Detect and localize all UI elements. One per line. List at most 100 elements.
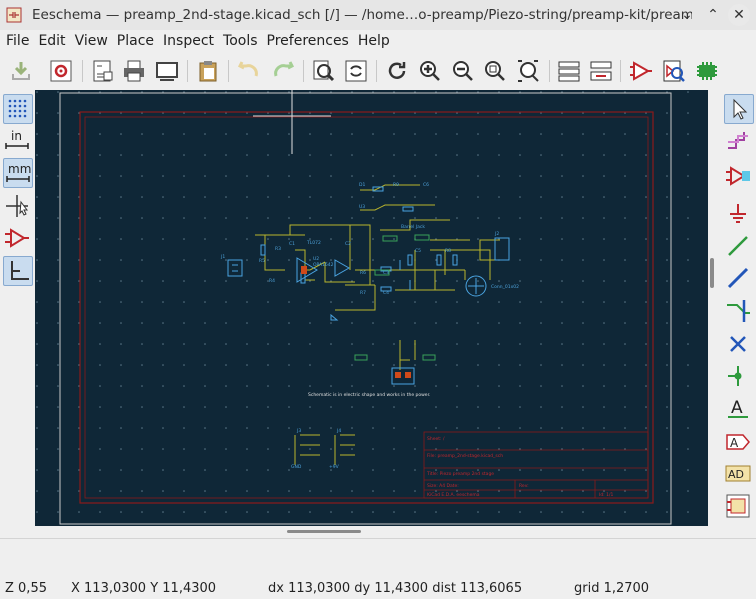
schematic-canvas[interactable]: D1 R9 C6 U3 Barrel Jack J1 R3 C1 TL072 C… (35, 90, 708, 526)
zoom-out-icon[interactable] (450, 58, 476, 84)
menu-help[interactable]: Help (358, 33, 390, 49)
page-settings-icon[interactable] (90, 58, 116, 84)
label-j1: J1 (220, 254, 225, 260)
schematic-setup-icon[interactable] (48, 58, 74, 84)
print-icon[interactable] (121, 58, 147, 84)
status-zoom: Z 0,55 (5, 581, 47, 596)
add-sheet-icon[interactable] (724, 492, 752, 520)
highlight-net-icon[interactable] (724, 126, 752, 154)
label-opa1642: OPA1642 (313, 262, 334, 268)
add-wire-icon[interactable] (724, 232, 752, 260)
close-button[interactable]: ✕ (728, 4, 750, 26)
left-toolbar: in mm (0, 92, 34, 526)
zoom-in-icon[interactable] (417, 58, 443, 84)
tb-kicad: KiCad E.D.A. eeschema (427, 492, 480, 498)
label-r3: R3 (275, 246, 281, 252)
maximize-button[interactable]: ⌃ (702, 4, 724, 26)
label-c1: C1 (289, 241, 295, 247)
main-toolbar (0, 54, 756, 90)
minimize-button[interactable]: ⌄ (676, 4, 698, 26)
add-global-label-icon[interactable]: A (724, 428, 752, 456)
menu-preferences[interactable]: Preferences (267, 33, 349, 49)
menu-edit[interactable]: Edit (38, 33, 65, 49)
label-d1: D1 (359, 182, 365, 188)
title-bar: Eeschema — preamp_2nd-stage.kicad_sch [/… (0, 0, 756, 30)
leave-sheet-icon[interactable] (588, 58, 614, 84)
label-c3: C3 (383, 270, 389, 276)
label-barrel-jack: Barrel Jack (401, 224, 425, 230)
label-r5: R5 (259, 258, 265, 264)
label-j2: J2 (494, 231, 499, 237)
vertical-scrollbar[interactable] (710, 258, 714, 288)
zoom-objects-icon[interactable] (515, 58, 541, 84)
menu-inspect[interactable]: Inspect (163, 33, 214, 49)
find-replace-icon[interactable] (343, 58, 369, 84)
select-icon[interactable] (724, 94, 754, 124)
label-j4: J4 (336, 428, 341, 434)
tb-rev: Rev: (519, 483, 529, 489)
cursor-crosshair-icon[interactable] (3, 192, 31, 220)
eeschema-app-icon (6, 7, 22, 23)
horizontal-scrollbar[interactable] (287, 530, 361, 533)
status-grid: grid 1,2700 (574, 581, 650, 596)
hierarchy-navigator-icon[interactable] (556, 58, 582, 84)
label-conn: Conn_01x02 (491, 284, 519, 290)
label-r7: R7 (360, 290, 366, 296)
menu-file[interactable]: File (6, 33, 29, 49)
save-icon[interactable] (8, 58, 34, 84)
add-symbol-icon[interactable] (724, 162, 752, 190)
label-c4: C4 (383, 290, 389, 296)
symbol-browser-icon[interactable] (661, 58, 687, 84)
add-hierarchical-label-icon[interactable]: AD (724, 460, 752, 488)
grid-icon[interactable] (3, 94, 33, 124)
zoom-fit-icon[interactable] (482, 58, 508, 84)
menu-tools[interactable]: Tools (223, 33, 258, 49)
add-power-icon[interactable] (724, 200, 752, 228)
status-delta: dx 113,0300 dy 11,4300 dist 113,6065 (268, 581, 523, 596)
find-icon[interactable] (310, 58, 336, 84)
hidden-pins-icon[interactable] (3, 224, 31, 252)
label-9v: +9V (329, 464, 340, 470)
svg-text:mm: mm (8, 162, 31, 176)
label-c6: C6 (423, 182, 429, 188)
units-mm-icon[interactable]: mm (3, 158, 33, 188)
schematic-note: Schematic is in electric shape and works… (308, 392, 430, 398)
label-c2: C2 (345, 241, 351, 247)
status-xy: X 113,0300 Y 11,4300 (71, 581, 217, 596)
label-tl072: TL072 (306, 240, 321, 246)
status-bar: Z 0,55 X 113,0300 Y 11,4300 dx 113,0300 … (0, 578, 756, 598)
tb-size-date: Size: A4 Date: (427, 483, 459, 489)
add-junction-icon[interactable] (724, 362, 752, 390)
window-title: Eeschema — preamp_2nd-stage.kicad_sch [/… (32, 7, 692, 23)
add-bus-entry-icon[interactable] (724, 297, 752, 325)
svg-text:AD: AD (728, 468, 744, 481)
add-bus-icon[interactable] (724, 264, 752, 292)
label-u2: U2 (313, 256, 319, 262)
undo-icon[interactable] (236, 58, 262, 84)
right-toolbar: A A AD (722, 92, 756, 526)
symbol-editor-icon[interactable] (628, 58, 654, 84)
redo-icon[interactable] (270, 58, 296, 84)
tb-id: Id: 1/1 (599, 492, 614, 498)
refresh-icon[interactable] (384, 58, 410, 84)
schematic-drawing: D1 R9 C6 U3 Barrel Jack J1 R3 C1 TL072 C… (35, 90, 708, 526)
tb-sheet: Sheet: / (427, 436, 445, 442)
no-connect-icon[interactable] (724, 330, 752, 358)
plot-icon[interactable] (154, 58, 180, 84)
label-r4: R4 (269, 278, 275, 284)
label-j3: J3 (296, 428, 301, 434)
tb-file: File: preamp_2nd-stage.kicad_sch (427, 453, 503, 459)
label-r6: R6 (360, 270, 366, 276)
menu-bar: File Edit View Place Inspect Tools Prefe… (0, 30, 756, 52)
svg-text:A: A (730, 436, 739, 450)
label-r8: R8 (445, 248, 451, 254)
units-inch-icon[interactable]: in (3, 126, 31, 154)
menu-view[interactable]: View (75, 33, 108, 49)
menu-place[interactable]: Place (117, 33, 154, 49)
label-r9: R9 (393, 182, 399, 188)
add-label-icon[interactable]: A (724, 394, 752, 422)
label-u3: U3 (359, 204, 365, 210)
paste-icon[interactable] (195, 58, 221, 84)
line-mode-icon[interactable] (3, 256, 33, 286)
footprint-assign-icon[interactable] (694, 58, 720, 84)
